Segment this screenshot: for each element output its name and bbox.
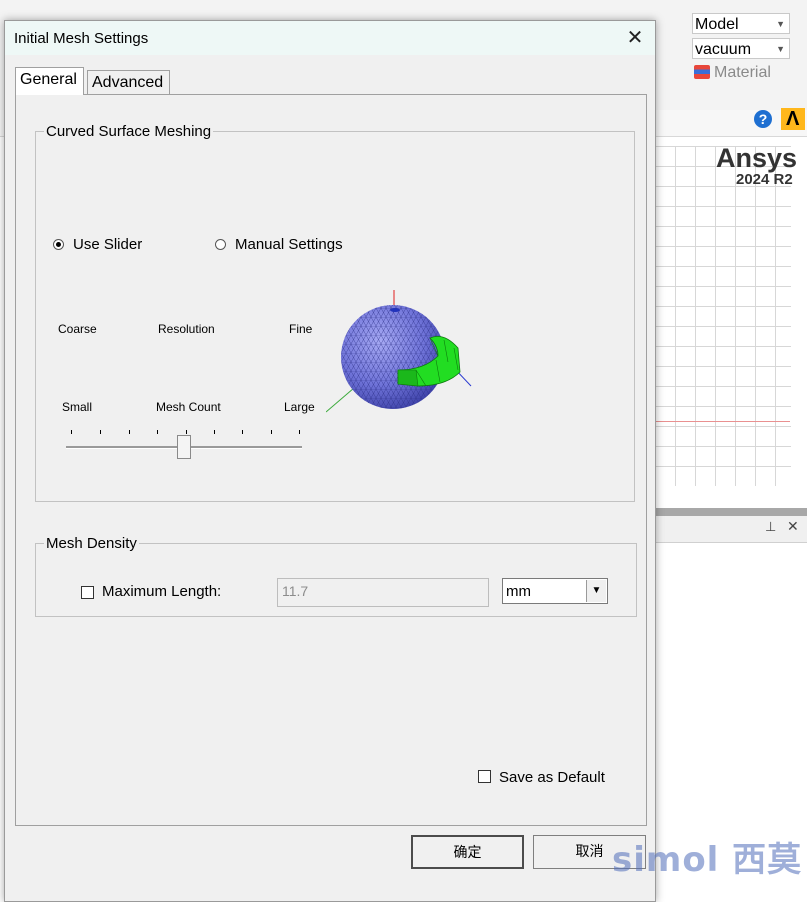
material-combo-value: vacuum (695, 41, 752, 58)
chevron-down-icon: ▼ (776, 19, 785, 29)
maximum-length-checkbox[interactable] (81, 586, 94, 599)
model-combo[interactable]: Model ▼ (692, 13, 790, 34)
material-label: Material (714, 64, 771, 81)
slider-tick (100, 430, 101, 434)
use-slider-label[interactable]: Use Slider (73, 236, 142, 253)
ansys-logo-letter: Λ (786, 108, 800, 130)
unit-select-value: mm (506, 583, 531, 600)
panel-header (654, 516, 807, 543)
slider-coarse-label: Coarse (58, 322, 97, 336)
ok-button[interactable]: 确定 (411, 835, 524, 869)
brand-version: 2024 R2 (736, 171, 793, 188)
general-tab-page: Curved Surface Meshing Use Slider Manual… (15, 94, 647, 826)
close-icon[interactable]: ✕ (622, 25, 648, 51)
viewport-axis-line (654, 421, 790, 422)
slider-large-label: Large (284, 400, 315, 414)
unit-select[interactable]: mm ▼ (502, 578, 608, 604)
slider-tick (71, 430, 72, 434)
material-button[interactable]: Material (694, 64, 771, 82)
manual-settings-label[interactable]: Manual Settings (235, 236, 343, 253)
save-as-default-checkbox[interactable] (478, 770, 491, 783)
initial-mesh-settings-dialog: Initial Mesh Settings ✕ General Advanced… (4, 20, 656, 902)
mesh-density-legend: Mesh Density (46, 535, 137, 552)
slider-tick (157, 430, 158, 434)
slider-tick (242, 430, 243, 434)
chevron-down-icon[interactable]: ▼ (586, 580, 606, 602)
model-combo-value: Model (695, 16, 739, 33)
slider-tick (186, 430, 187, 434)
manual-settings-radio[interactable] (215, 239, 226, 250)
brand-name: Ansys (716, 143, 798, 173)
dialog-title: Initial Mesh Settings (14, 30, 149, 47)
resolution-slider-thumb[interactable] (177, 435, 191, 459)
slider-tick (271, 430, 272, 434)
ansys-logo-icon: Λ (781, 108, 805, 130)
curved-surface-meshing-legend: Curved Surface Meshing (46, 123, 212, 140)
material-combo[interactable]: vacuum ▼ (692, 38, 790, 59)
slider-tick (129, 430, 130, 434)
slider-resolution-label: Resolution (158, 322, 215, 336)
slider-small-label: Small (62, 400, 93, 414)
dialog-titlebar[interactable]: Initial Mesh Settings ✕ (5, 21, 655, 55)
pin-icon[interactable]: ⊥ (765, 519, 776, 535)
slider-tick (299, 430, 300, 434)
maximum-length-label[interactable]: Maximum Length: (102, 583, 221, 600)
watermark: simol 西莫 (612, 840, 803, 880)
mesh-preview-sphere-icon (326, 290, 472, 413)
chevron-down-icon: ▼ (776, 44, 785, 54)
tab-advanced[interactable]: Advanced (87, 70, 170, 94)
slider-fine-label: Fine (289, 322, 313, 336)
use-slider-radio[interactable] (53, 239, 64, 250)
help-icon[interactable]: ? (754, 110, 772, 128)
slider-mesh-count-label: Mesh Count (156, 400, 221, 414)
tab-general[interactable]: General (15, 67, 84, 95)
slider-tick (214, 430, 215, 434)
close-panel-icon[interactable]: ✕ (787, 518, 799, 535)
material-icon (694, 65, 710, 79)
viewport-grid[interactable] (654, 146, 791, 486)
panel-splitter[interactable] (654, 508, 807, 516)
maximum-length-input[interactable]: 11.7 (277, 578, 489, 607)
save-as-default-label[interactable]: Save as Default (499, 769, 605, 786)
